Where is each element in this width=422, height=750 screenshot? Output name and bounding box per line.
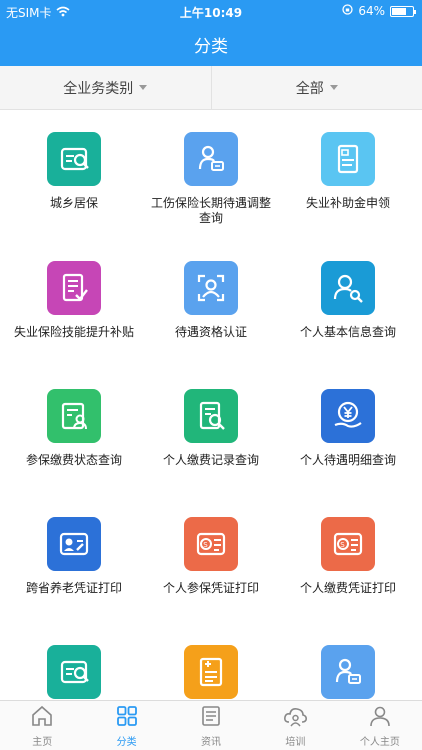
service-item[interactable]: 跨省养老凭证打印	[4, 517, 144, 596]
service-item-label: 个人缴费记录查询	[162, 453, 259, 467]
person-card-icon	[184, 132, 238, 186]
service-item-label: 个人缴费凭证打印	[299, 581, 396, 595]
service-item-label: 城乡居保	[49, 196, 98, 210]
service-grid: 城乡居保 工伤保险长期待遇调整查询 失业补助金申领 失业保险技能提升补贴 待遇资格认证个…	[0, 118, 422, 700]
card-print-icon: S	[184, 517, 238, 571]
service-item[interactable]: 个人基本信息查询	[278, 261, 418, 340]
battery-percent: 64%	[358, 4, 385, 18]
tab-cloud-person[interactable]: 培训	[253, 701, 337, 750]
grid-icon	[115, 704, 139, 733]
person-card-icon	[321, 645, 375, 699]
service-item[interactable]: 个人缴费记录查询	[141, 389, 281, 468]
form-person-icon	[47, 389, 101, 443]
service-item-label: 失业保险技能提升补贴	[14, 325, 135, 339]
service-item[interactable]	[4, 645, 144, 700]
user-search-icon	[321, 261, 375, 315]
service-item[interactable]: S 个人参保凭证打印	[141, 517, 281, 596]
scope-filter-label: 全部	[295, 80, 324, 97]
rotation-lock-icon	[342, 4, 353, 18]
page-title: 分类	[194, 37, 228, 57]
service-item[interactable]: 失业保险技能提升补贴	[4, 261, 144, 340]
service-item[interactable]: 工伤保险长期待遇调整查询	[141, 132, 281, 226]
card-print-icon: S	[321, 517, 375, 571]
service-item[interactable]: 待遇资格认证	[141, 261, 281, 340]
face-scan-icon	[184, 261, 238, 315]
service-item[interactable]	[278, 645, 418, 700]
filter-bar: 全业务类别 全部	[0, 66, 422, 110]
service-item-label: 参保缴费状态查询	[25, 453, 122, 467]
tab-person[interactable]: 个人主页	[338, 701, 422, 750]
yuan-hand-icon	[321, 389, 375, 443]
document-icon	[321, 132, 375, 186]
tab-label: 资讯	[201, 736, 222, 748]
id-card-search-icon	[47, 132, 101, 186]
tab-label: 个人主页	[359, 736, 400, 748]
service-item[interactable]	[141, 645, 281, 700]
service-item[interactable]: 个人待遇明细查询	[278, 389, 418, 468]
service-item[interactable]: 参保缴费状态查询	[4, 389, 144, 468]
tab-home[interactable]: 主页	[0, 701, 84, 750]
tab-news[interactable]: 资讯	[169, 701, 253, 750]
tab-label: 培训	[285, 736, 306, 748]
tab-label: 分类	[116, 736, 137, 748]
service-item-label: 个人参保凭证打印	[162, 581, 259, 595]
battery-icon	[390, 5, 416, 17]
cloud-person-icon	[283, 704, 308, 733]
scope-filter[interactable]: 全部	[210, 66, 422, 109]
news-icon	[199, 704, 223, 733]
tab-bar: 主页 分类 资讯 培训 个人主页	[0, 700, 422, 750]
service-item-label: 工伤保险长期待遇调整查询	[151, 196, 272, 225]
tab-grid[interactable]: 分类	[84, 701, 168, 750]
record-search-icon	[184, 389, 238, 443]
service-item-label: 个人待遇明细查询	[299, 453, 396, 467]
tab-label: 主页	[32, 736, 53, 748]
service-item[interactable]: 城乡居保	[4, 132, 144, 211]
category-filter[interactable]: 全业务类别	[0, 66, 211, 109]
header: 无SIM卡 上午10:49 64% 分类	[0, 0, 422, 66]
id-card-search-icon	[47, 645, 101, 699]
service-item-label: 跨省养老凭证打印	[25, 581, 122, 595]
service-item[interactable]: S 个人缴费凭证打印	[278, 517, 418, 596]
svg-text:S: S	[203, 541, 208, 549]
doc-add-icon	[184, 645, 238, 699]
status-bar: 无SIM卡 上午10:49 64%	[0, 0, 422, 22]
home-icon	[30, 704, 54, 733]
id-card-print-icon	[47, 517, 101, 571]
chevron-down-icon	[139, 85, 148, 90]
service-item-label: 待遇资格认证	[174, 325, 247, 339]
service-item-label: 失业补助金申领	[305, 196, 390, 210]
svg-text:S: S	[340, 541, 345, 549]
chevron-down-icon	[329, 85, 338, 90]
service-item-label: 个人基本信息查询	[299, 325, 396, 339]
category-filter-label: 全业务类别	[63, 80, 134, 97]
service-item[interactable]: 失业补助金申领	[278, 132, 418, 211]
person-icon	[368, 704, 392, 733]
checklist-icon	[47, 261, 101, 315]
